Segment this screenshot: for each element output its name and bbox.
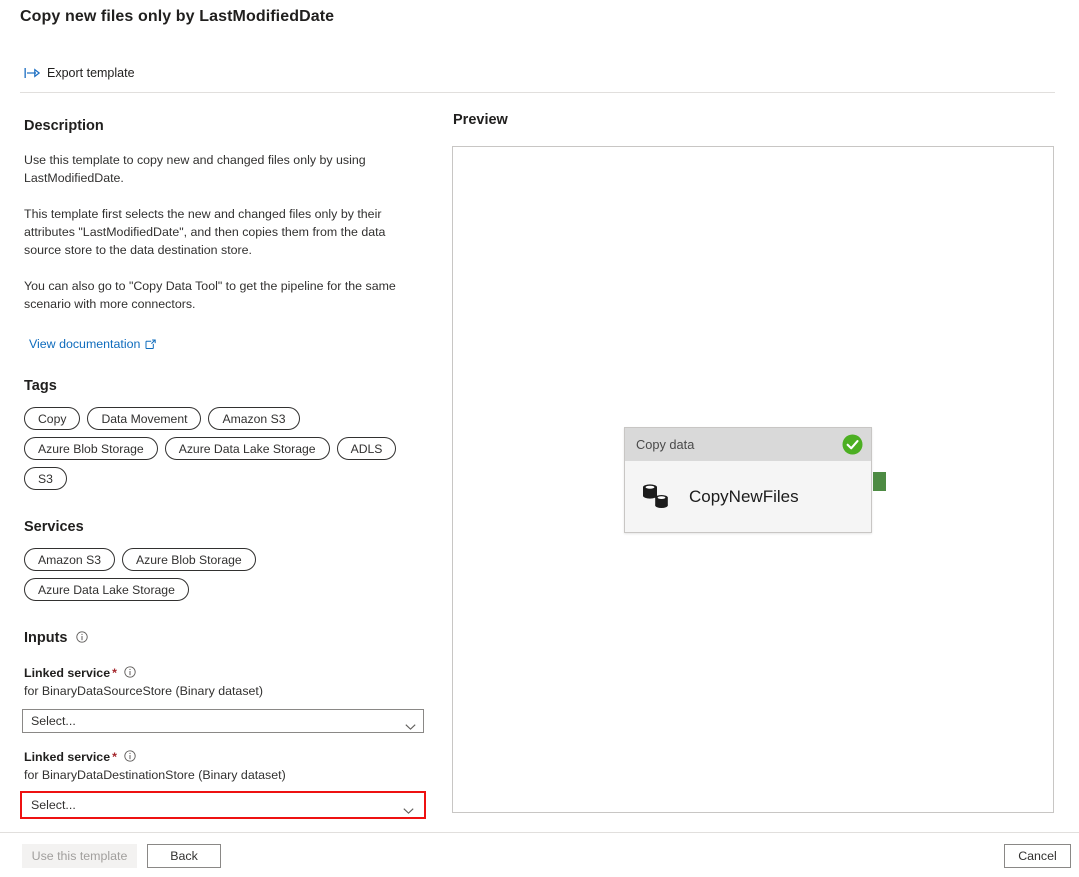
description-heading: Description [24, 118, 440, 134]
back-button[interactable]: Back [147, 844, 221, 868]
tag-chip: Azure Data Lake Storage [165, 437, 330, 460]
pipeline-node-header: Copy data [625, 428, 871, 461]
output-connector-handle[interactable] [873, 472, 886, 491]
description-paragraph-2: This template first selects the new and … [24, 205, 414, 259]
view-documentation-link[interactable]: View documentation [29, 337, 156, 351]
linked-service-source-label-text: Linked service [24, 666, 110, 680]
service-chip: Azure Blob Storage [122, 548, 256, 571]
tag-chip: S3 [24, 467, 67, 490]
pipeline-node-header-title: Copy data [636, 437, 694, 452]
external-link-icon [145, 339, 156, 350]
chevron-down-icon [403, 802, 414, 809]
tags-chip-list: Copy Data Movement Amazon S3 Azure Blob … [24, 407, 424, 490]
database-copy-icon [641, 483, 673, 511]
pipeline-node-copy-data[interactable]: Copy data [624, 427, 872, 533]
preview-canvas[interactable]: Copy data [452, 146, 1054, 813]
page-title: Copy new files only by LastModifiedDate [20, 8, 334, 26]
linked-service-source-value: Select... [23, 714, 76, 728]
export-arrow-icon [24, 67, 40, 79]
info-icon[interactable] [124, 750, 136, 762]
footer-divider [0, 832, 1079, 833]
left-panel: Description Use this template to copy ne… [0, 104, 440, 814]
export-template-button[interactable]: Export template [20, 61, 141, 85]
tags-heading: Tags [24, 378, 440, 394]
services-chip-list: Amazon S3 Azure Blob Storage Azure Data … [24, 548, 424, 601]
linked-service-destination-sublabel: for BinaryDataDestinationStore (Binary d… [24, 768, 440, 782]
command-bar: Export template [20, 61, 141, 85]
preview-heading: Preview [453, 112, 508, 128]
info-icon[interactable] [124, 666, 136, 678]
linked-service-source-dropdown[interactable]: Select... [22, 709, 424, 733]
linked-service-destination-dropdown[interactable]: Select... [20, 791, 426, 819]
tag-chip: Amazon S3 [208, 407, 299, 430]
service-chip: Azure Data Lake Storage [24, 578, 189, 601]
services-heading: Services [24, 519, 440, 535]
linked-service-destination-label: Linked service* [24, 750, 440, 764]
use-this-template-button[interactable]: Use this template [22, 844, 137, 868]
cancel-button[interactable]: Cancel [1004, 844, 1071, 868]
service-chip: Amazon S3 [24, 548, 115, 571]
linked-service-source-label: Linked service* [24, 666, 440, 680]
view-documentation-label: View documentation [29, 337, 140, 351]
info-icon[interactable] [76, 631, 88, 643]
linked-service-destination-label-text: Linked service [24, 750, 110, 764]
required-marker: * [112, 666, 117, 680]
success-check-icon [842, 434, 863, 455]
header-divider [20, 92, 1055, 93]
description-paragraph-3: You can also go to "Copy Data Tool" to g… [24, 277, 414, 313]
inputs-heading: Inputs [24, 630, 440, 646]
export-template-label: Export template [47, 66, 135, 80]
template-detail-page: Copy new files only by LastModifiedDate … [0, 0, 1079, 877]
required-marker: * [112, 750, 117, 764]
linked-service-source-sublabel: for BinaryDataSourceStore (Binary datase… [24, 684, 440, 698]
tag-chip: Azure Blob Storage [24, 437, 158, 460]
tag-chip: Copy [24, 407, 80, 430]
tag-chip: ADLS [337, 437, 397, 460]
description-paragraph-1: Use this template to copy new and change… [24, 151, 414, 187]
chevron-down-icon [405, 718, 416, 725]
linked-service-destination-value: Select... [22, 798, 76, 812]
inputs-heading-label: Inputs [24, 630, 68, 646]
pipeline-node-body: CopyNewFiles [625, 461, 871, 533]
tag-chip: Data Movement [87, 407, 201, 430]
pipeline-node-activity-name: CopyNewFiles [689, 487, 799, 507]
